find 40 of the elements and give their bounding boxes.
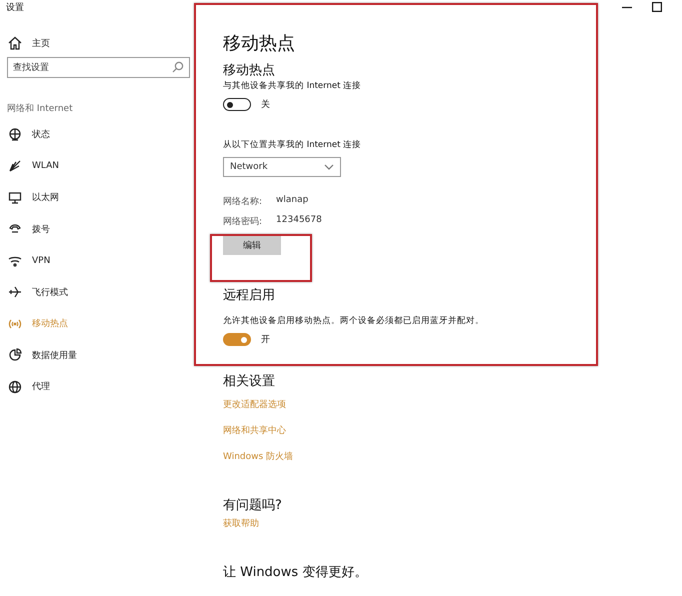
- toggle-label: 开: [261, 334, 270, 346]
- section-heading: 有问题吗?: [223, 497, 282, 515]
- network-dropdown[interactable]: Network: [223, 157, 341, 177]
- home-item[interactable]: 主页: [0, 31, 192, 55]
- section-heading: 移动热点: [223, 62, 275, 80]
- airplane-icon: [8, 285, 22, 300]
- section-heading: 相关设置: [223, 373, 275, 391]
- nav-item[interactable]: 拨号: [0, 214, 192, 245]
- globe-icon: [8, 128, 22, 142]
- detail-label: 网络名称:: [223, 196, 262, 208]
- edit-button[interactable]: 编辑: [223, 235, 281, 255]
- page-title: 移动热点: [223, 32, 295, 56]
- nav-item[interactable]: 飞行模式: [0, 276, 192, 308]
- detail-value: 12345678: [276, 215, 322, 227]
- monitor-icon: [8, 190, 22, 205]
- nav-item[interactable]: 状态: [0, 119, 192, 150]
- detail-value: wlanap: [276, 195, 310, 207]
- toggle-label: 关: [261, 98, 270, 111]
- nav-item[interactable]: 代理: [0, 371, 192, 402]
- description: 允许其他设备启用移动热点。两个设备必须都已启用蓝牙并配对。: [223, 315, 484, 327]
- nav-item[interactable]: 以太网: [0, 182, 192, 214]
- nav-item[interactable]: VPN: [0, 245, 192, 276]
- maximize-icon: [652, 2, 662, 12]
- section-heading: 让 Windows 变得更好。: [223, 564, 368, 582]
- description: 与其他设备共享我的 Internet 连接: [223, 80, 362, 92]
- globe-icon: [8, 380, 22, 394]
- field-label: 从以下位置共享我的 Internet 连接: [223, 139, 362, 151]
- nav-item[interactable]: 数据使用量: [0, 340, 192, 371]
- home-icon: [8, 36, 22, 50]
- nav-item[interactable]: WLAN: [0, 150, 192, 182]
- search-field[interactable]: 查找设置: [7, 57, 190, 78]
- toggle-switch[interactable]: [223, 98, 251, 111]
- toggle-switch[interactable]: [223, 333, 251, 346]
- pie-chart-icon: [8, 348, 22, 362]
- window-title: 设置: [6, 2, 24, 14]
- section-heading: 远程启用: [223, 287, 275, 305]
- chevron-down-icon: [324, 164, 334, 170]
- section-label: 网络和 Internet: [7, 102, 74, 115]
- detail-label: 网络密码:: [223, 216, 262, 228]
- search-icon: [172, 61, 184, 73]
